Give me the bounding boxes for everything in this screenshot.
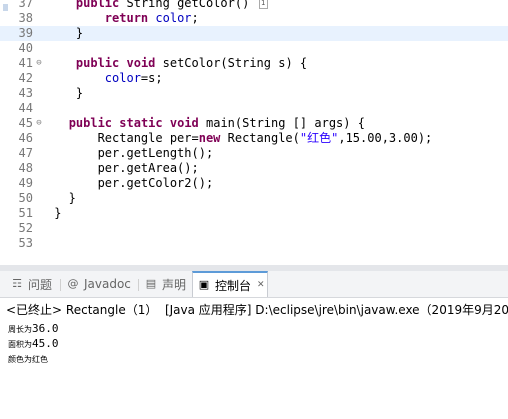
console-output-line: 周长为36.0 — [8, 322, 59, 335]
view-tab-label: 问题 — [28, 277, 53, 292]
view-tab-problems[interactable]: ☶ 问题 — [6, 271, 62, 297]
code-text[interactable]: } — [47, 26, 83, 41]
code-line[interactable]: 39 } — [0, 26, 508, 41]
code-line[interactable]: 50 } — [0, 191, 508, 206]
code-line[interactable]: 48 per.getArea(); — [0, 161, 508, 176]
code-line[interactable]: 43 } — [0, 86, 508, 101]
line-number: 46 — [18, 131, 33, 145]
code-text[interactable]: per.getColor2(); — [47, 176, 214, 191]
code-text[interactable]: public void setColor(String s) { — [47, 56, 307, 71]
code-text[interactable]: return color; — [47, 11, 199, 26]
code-text[interactable]: per.getLength(); — [47, 146, 214, 161]
tab-separator — [138, 279, 139, 291]
line-number: 44 — [18, 101, 33, 115]
close-icon[interactable]: ✕ — [257, 280, 265, 290]
code-line[interactable]: 47 per.getLength(); — [0, 146, 508, 161]
console-output-line: 颜色为红色 — [8, 355, 48, 364]
line-number: 52 — [18, 221, 33, 235]
line-number: 48 — [18, 161, 33, 175]
line-number: 37 — [18, 0, 33, 10]
console-view: <已终止> Rectangle（1） [Java 应用程序] D:\eclips… — [0, 298, 508, 419]
line-number: 49 — [18, 176, 33, 190]
views-tab-bar: ☶ 问题 @ Javadoc ▤ 声明 ▣ 控制台 ✕ — [0, 271, 508, 298]
javadoc-icon: @ — [67, 277, 79, 290]
line-number: 38 — [18, 11, 33, 25]
code-line[interactable]: 53 — [0, 236, 508, 250]
line-number: 51 — [18, 206, 33, 220]
code-text[interactable]: } — [47, 86, 83, 101]
declaration-icon: ▤ — [145, 277, 157, 290]
code-line[interactable]: 37 public String getColor() 1 — [0, 0, 508, 11]
line-number: 42 — [18, 71, 33, 85]
code-line[interactable]: 41 ⊖ public void setColor(String s) { — [0, 56, 508, 71]
problems-icon: ☶ — [12, 277, 22, 290]
console-status-line: <已终止> Rectangle（1） [Java 应用程序] D:\eclips… — [6, 303, 508, 317]
line-number: 47 — [18, 146, 33, 160]
code-text[interactable]: } — [47, 206, 61, 221]
code-text[interactable]: public String getColor() 1 — [47, 0, 268, 11]
view-tab-label: 声明 — [162, 277, 187, 292]
code-text[interactable]: public static void main(String [] args) … — [47, 116, 365, 131]
code-line[interactable]: 38 return color; — [0, 11, 508, 26]
code-line[interactable]: 40 — [0, 41, 508, 56]
code-text[interactable]: Rectangle per=new Rectangle("红色",15.00,3… — [47, 131, 433, 146]
line-number: 53 — [18, 236, 33, 250]
code-text[interactable]: per.getArea(); — [47, 161, 199, 176]
line-number: 41 — [18, 56, 33, 70]
code-line[interactable]: 51 } — [0, 206, 508, 221]
code-line[interactable]: 46 Rectangle per=new Rectangle("红色",15.0… — [0, 131, 508, 146]
line-number: 45 — [18, 116, 33, 130]
tab-separator — [60, 279, 61, 291]
line-number: 40 — [18, 41, 33, 55]
fold-toggle-icon[interactable]: ⊖ — [34, 116, 44, 131]
line-number: 39 — [18, 26, 33, 40]
code-line[interactable]: 49 per.getColor2(); — [0, 176, 508, 191]
view-tab-console[interactable]: ▣ 控制台 ✕ — [192, 271, 268, 297]
code-line[interactable]: 42 color=s; — [0, 71, 508, 86]
code-text[interactable]: color=s; — [47, 71, 163, 86]
code-editor[interactable]: 37 public String getColor() 1 38 return c… — [0, 0, 508, 250]
console-icon: ▣ — [198, 278, 210, 291]
code-line[interactable]: 52 — [0, 221, 508, 236]
view-tab-declaration[interactable]: ▤ 声明 — [140, 271, 192, 297]
view-tab-label: Javadoc — [84, 277, 131, 291]
fold-toggle-icon[interactable]: ⊖ — [34, 56, 44, 71]
line-number: 43 — [18, 86, 33, 100]
code-text[interactable]: } — [47, 191, 76, 206]
console-output-line: 面积为45.0 — [8, 337, 59, 350]
view-tab-label: 控制台 — [215, 278, 252, 293]
code-line[interactable]: 45 ⊖ public static void main(String [] ar… — [0, 116, 508, 131]
line-number: 50 — [18, 191, 33, 205]
code-line[interactable]: 44 — [0, 101, 508, 116]
view-tab-javadoc[interactable]: @ Javadoc — [62, 271, 138, 297]
